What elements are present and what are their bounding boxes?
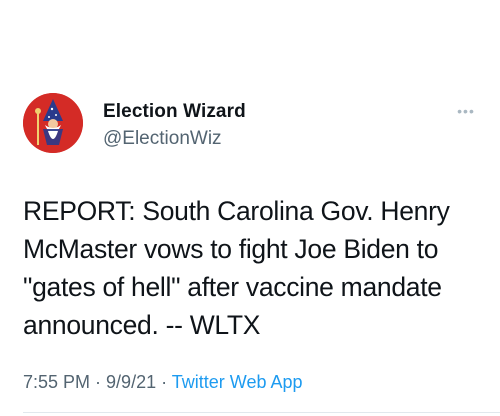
avatar[interactable] [23,93,83,153]
timestamp[interactable]: 7:55 PM [23,372,90,392]
wizard-gnome-avatar-icon [23,93,83,153]
ellipsis-icon[interactable]: ••• [452,101,480,121]
tweet-text: REPORT: South Carolina Gov. Henry McMast… [23,192,483,344]
tweet-line: announced. -- WLTX [23,310,261,340]
divider [23,412,500,413]
source-link[interactable]: Twitter Web App [172,372,303,392]
separator: · [90,372,107,392]
tweet-line: McMaster vows to fight Joe Biden to [23,234,439,264]
tweet: Election Wizard @ElectionWiz ••• REPORT:… [0,0,500,416]
display-name[interactable]: Election Wizard [103,101,246,123]
separator: · [156,372,172,392]
tweet-line: REPORT: South Carolina Gov. Henry [23,196,450,226]
handle[interactable]: @ElectionWiz [103,128,222,150]
date[interactable]: 9/9/21 [106,372,156,392]
tweet-line: "gates of hell" after vaccine mandate [23,272,442,302]
tweet-meta: 7:55 PM · 9/9/21 · Twitter Web App [23,372,303,393]
